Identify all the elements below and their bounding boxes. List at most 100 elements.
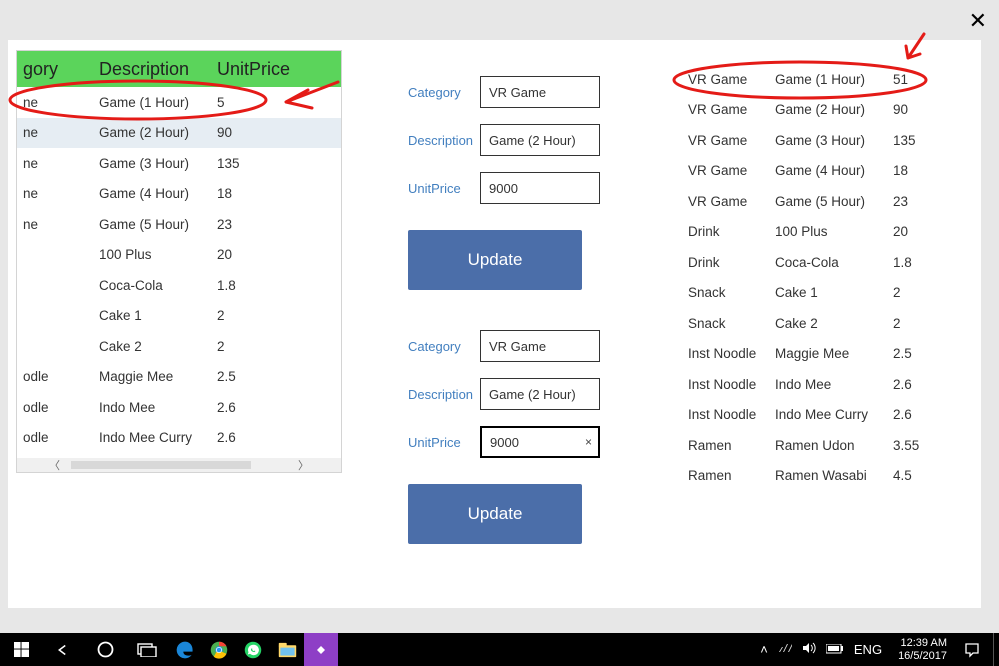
- app-chrome-icon[interactable]: [202, 633, 236, 666]
- cell-category: ne: [17, 217, 99, 232]
- cell-description: Indo Mee: [775, 377, 893, 392]
- table-row[interactable]: DrinkCoca-Cola1.8: [684, 247, 966, 278]
- left-grid-body[interactable]: neGame (1 Hour)5neGame (2 Hour)90neGame …: [17, 87, 341, 459]
- table-row[interactable]: VR GameGame (5 Hour)23: [684, 186, 966, 217]
- app-edge-icon[interactable]: [168, 633, 202, 666]
- tray-chevron-up-icon[interactable]: ˄: [760, 642, 768, 657]
- table-row[interactable]: VR GameGame (4 Hour)18: [684, 156, 966, 187]
- cell-description: Game (1 Hour): [775, 72, 893, 87]
- table-row[interactable]: Cake 22: [17, 331, 341, 362]
- tray-battery-icon[interactable]: [826, 642, 844, 657]
- taskbar-clock[interactable]: 12:39 AM 16/5/2017: [890, 637, 955, 662]
- table-row[interactable]: odleMaggie Mee2.5: [17, 362, 341, 393]
- cell-category: ne: [17, 125, 99, 140]
- cell-unitprice: 1.8: [893, 255, 941, 270]
- unitprice-input-2[interactable]: 9000 ×: [480, 426, 600, 458]
- cell-description: Cake 2: [99, 339, 217, 354]
- table-row[interactable]: RamenRamen Udon3.55: [684, 430, 966, 461]
- task-view-icon[interactable]: [126, 633, 168, 666]
- table-row[interactable]: odleIndo Mee Curry2.6: [17, 423, 341, 454]
- cell-category: Drink: [684, 255, 775, 270]
- cell-description: 100 Plus: [99, 247, 217, 262]
- cell-unitprice: 2: [893, 316, 941, 331]
- table-row[interactable]: RamenRamen Wasabi4.5: [684, 461, 966, 485]
- description-input[interactable]: Game (2 Hour): [480, 124, 600, 156]
- cell-unitprice: 2: [217, 339, 313, 354]
- app-anydesk-icon[interactable]: [304, 633, 338, 666]
- tray-language[interactable]: ENG: [854, 642, 882, 657]
- table-row[interactable]: VR GameGame (3 Hour)135: [684, 125, 966, 156]
- cell-category: Inst Noodle: [684, 346, 775, 361]
- table-row[interactable]: VR GameGame (1 Hour)51: [684, 64, 966, 95]
- table-row[interactable]: 100 Plus20: [17, 240, 341, 271]
- table-row[interactable]: VR GameGame (2 Hour)90: [684, 95, 966, 126]
- show-desktop[interactable]: [993, 633, 999, 666]
- scroll-left-icon[interactable]: 〈: [49, 457, 60, 473]
- back-button[interactable]: [42, 633, 84, 666]
- col-description[interactable]: Description: [99, 59, 217, 80]
- cortana-icon[interactable]: [84, 633, 126, 666]
- action-center-icon[interactable]: [955, 633, 989, 666]
- windows-taskbar[interactable]: ˄ ENG 12:39 AM 16/5/2017: [0, 633, 999, 666]
- table-row[interactable]: neGame (1 Hour)5: [17, 87, 341, 118]
- cell-unitprice: 2.6: [217, 430, 313, 445]
- tray-network-icon[interactable]: [778, 642, 792, 657]
- cell-unitprice: 135: [217, 156, 313, 171]
- update-button-2[interactable]: Update: [408, 484, 582, 544]
- cell-category: VR Game: [684, 102, 775, 117]
- cell-description: Game (2 Hour): [775, 102, 893, 117]
- table-row[interactable]: Inst NoodleMaggie Mee2.5: [684, 339, 966, 370]
- unitprice-input[interactable]: 9000: [480, 172, 600, 204]
- cell-description: Game (3 Hour): [99, 156, 217, 171]
- table-row[interactable]: odleIndo Mee2.6: [17, 392, 341, 423]
- clear-input-icon[interactable]: ×: [585, 435, 592, 449]
- cell-unitprice: 1.8: [217, 278, 313, 293]
- system-tray[interactable]: ˄ ENG: [752, 642, 890, 657]
- description-input-2[interactable]: Game (2 Hour): [480, 378, 600, 410]
- cell-description: Game (4 Hour): [99, 186, 217, 201]
- table-row[interactable]: SnackCake 12: [684, 278, 966, 309]
- cell-description: Game (1 Hour): [99, 95, 217, 110]
- close-button[interactable]: ✕: [969, 8, 987, 34]
- update-button-1[interactable]: Update: [408, 230, 582, 290]
- forms-column: Category VR Game Description Game (2 Hou…: [408, 68, 618, 576]
- table-row[interactable]: neGame (5 Hour)23: [17, 209, 341, 240]
- cell-unitprice: 3.55: [893, 438, 941, 453]
- table-row[interactable]: SnackCake 22: [684, 308, 966, 339]
- cell-unitprice: 2.5: [893, 346, 941, 361]
- cell-description: Cake 1: [99, 308, 217, 323]
- right-grid-body[interactable]: VR GameGame (1 Hour)51VR GameGame (2 Hou…: [684, 64, 966, 484]
- table-row[interactable]: Inst NoodleIndo Mee2.6: [684, 369, 966, 400]
- scroll-right-icon[interactable]: 〉: [298, 457, 309, 473]
- cell-description: Maggie Mee: [99, 369, 217, 384]
- category-input[interactable]: VR Game: [480, 76, 600, 108]
- table-row[interactable]: neGame (4 Hour)18: [17, 179, 341, 210]
- cell-category: Snack: [684, 285, 775, 300]
- app-explorer-icon[interactable]: [270, 633, 304, 666]
- tray-volume-icon[interactable]: [802, 642, 816, 657]
- table-row[interactable]: Cake 12: [17, 301, 341, 332]
- cell-category: VR Game: [684, 163, 775, 178]
- cell-category: ne: [17, 186, 99, 201]
- table-row[interactable]: Inst NoodleIndo Mee Curry2.6: [684, 400, 966, 431]
- col-category[interactable]: gory: [17, 59, 99, 80]
- table-row[interactable]: Drink100 Plus20: [684, 217, 966, 248]
- cell-unitprice: 4.5: [893, 468, 941, 483]
- cell-unitprice: 5: [217, 95, 313, 110]
- cell-category: Ramen: [684, 438, 775, 453]
- cell-category: ne: [17, 95, 99, 110]
- app-whatsapp-icon[interactable]: [236, 633, 270, 666]
- col-unitprice[interactable]: UnitPrice: [217, 59, 313, 80]
- cell-description: Game (4 Hour): [775, 163, 893, 178]
- table-row[interactable]: neGame (2 Hour)90: [17, 118, 341, 149]
- table-row[interactable]: neGame (3 Hour)135: [17, 148, 341, 179]
- label-description-2: Description: [408, 387, 488, 402]
- cell-category: odle: [17, 400, 99, 415]
- cell-unitprice: 90: [217, 125, 313, 140]
- left-grid-hscroll[interactable]: 〈 〉: [17, 458, 341, 472]
- start-button[interactable]: [0, 633, 42, 666]
- category-input-2[interactable]: VR Game: [480, 330, 600, 362]
- cell-unitprice: 18: [893, 163, 941, 178]
- table-row[interactable]: Coca-Cola1.8: [17, 270, 341, 301]
- scroll-thumb[interactable]: [71, 461, 251, 469]
